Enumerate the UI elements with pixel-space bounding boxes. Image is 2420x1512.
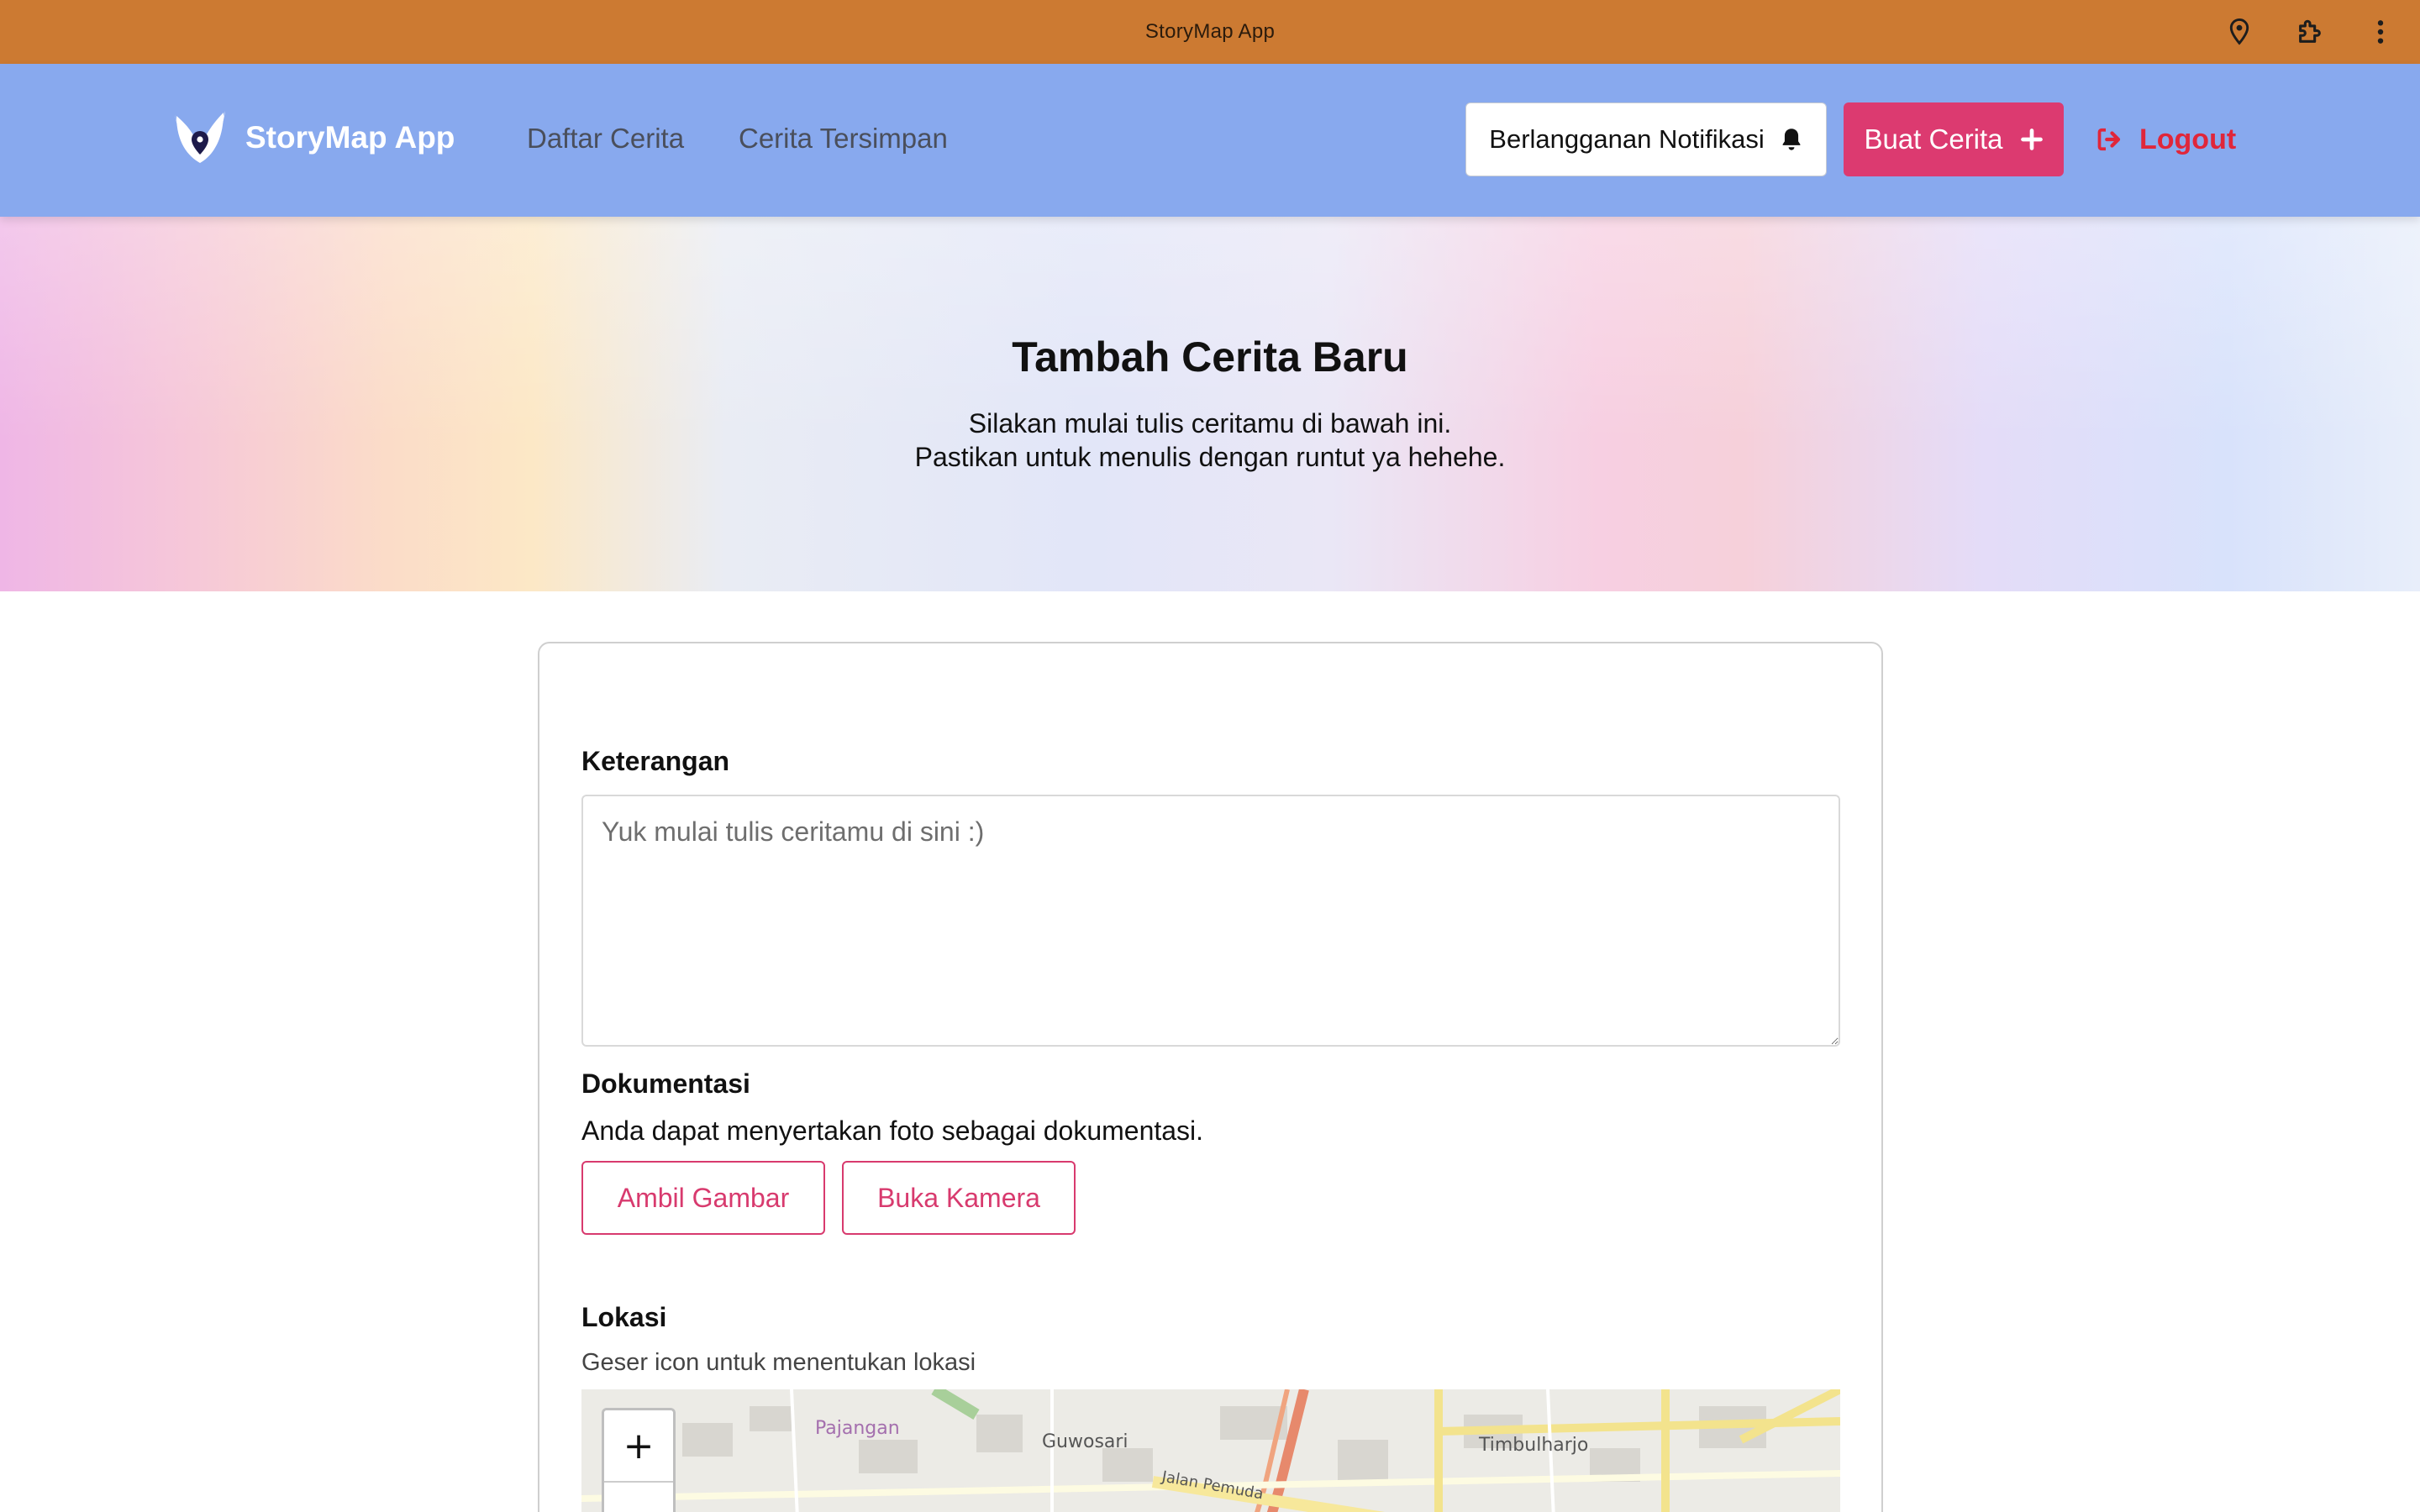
zoom-in-button[interactable]: + bbox=[604, 1410, 673, 1483]
documentation-help-text: Anda dapat menyertakan foto sebagai doku… bbox=[581, 1116, 1204, 1146]
location-map[interactable]: Pajangan Guwosari Timbulharjo Jalan Pemu… bbox=[581, 1389, 1840, 1512]
location-help-text: Geser icon untuk menentukan lokasi bbox=[581, 1349, 976, 1376]
titlebar-actions bbox=[2213, 0, 2407, 64]
take-picture-button[interactable]: Ambil Gambar bbox=[581, 1161, 825, 1235]
logout-icon bbox=[2097, 128, 2121, 151]
open-camera-button[interactable]: Buka Kamera bbox=[842, 1161, 1076, 1235]
logout-label: Logout bbox=[2139, 123, 2237, 155]
new-story-form: Keterangan Dokumentasi Anda dapat menyer… bbox=[538, 642, 1883, 1512]
window-title: StoryMap App bbox=[1144, 20, 1276, 43]
map-place-label: Timbulharjo bbox=[1479, 1435, 1589, 1456]
subscribe-label: Berlangganan Notifikasi bbox=[1489, 124, 1765, 154]
bell-icon bbox=[1782, 129, 1801, 150]
subscribe-notification-button[interactable]: Berlangganan Notifikasi bbox=[1465, 102, 1827, 176]
brand[interactable]: StoryMap App bbox=[170, 108, 455, 168]
hero-subtitle-line-1: Silakan mulai tulis ceritamu di bawah in… bbox=[968, 408, 1452, 438]
description-textarea[interactable] bbox=[581, 795, 1840, 1047]
nav-link-daftar-cerita[interactable]: Daftar Cerita bbox=[527, 123, 684, 155]
map-zoom-control: + − bbox=[602, 1408, 676, 1512]
zoom-out-button[interactable]: − bbox=[604, 1483, 673, 1512]
hero-subtitle: Silakan mulai tulis ceritamu di bawah in… bbox=[0, 407, 2420, 474]
location-label: Lokasi bbox=[581, 1302, 667, 1332]
create-story-label: Buat Cerita bbox=[1864, 123, 2003, 155]
map-place-label: Pajangan bbox=[815, 1418, 900, 1439]
nav-link-cerita-tersimpan[interactable]: Cerita Tersimpan bbox=[739, 123, 948, 155]
description-label: Keterangan bbox=[581, 746, 730, 776]
main-navbar: StoryMap App Daftar Cerita Cerita Tersim… bbox=[0, 64, 2420, 217]
kebab-menu-icon[interactable] bbox=[2354, 6, 2407, 58]
brand-name: StoryMap App bbox=[245, 120, 455, 155]
hero-banner: Tambah Cerita Baru Silakan mulai tulis c… bbox=[0, 217, 2420, 591]
documentation-label: Dokumentasi bbox=[581, 1068, 750, 1099]
app-titlebar: StoryMap App bbox=[0, 0, 2420, 64]
create-story-button[interactable]: Buat Cerita bbox=[1844, 102, 2064, 176]
hero-subtitle-line-2: Pastikan untuk menulis dengan runtut ya … bbox=[914, 442, 1506, 472]
plus-icon bbox=[2020, 129, 2043, 150]
map-place-label: Guwosari bbox=[1042, 1431, 1128, 1452]
location-pin-icon[interactable] bbox=[2213, 6, 2265, 58]
brand-logo-icon bbox=[175, 111, 225, 163]
page-title: Tambah Cerita Baru bbox=[1012, 333, 1408, 381]
logout-button[interactable]: Logout bbox=[2096, 102, 2236, 176]
puzzle-icon[interactable] bbox=[2284, 6, 2336, 58]
